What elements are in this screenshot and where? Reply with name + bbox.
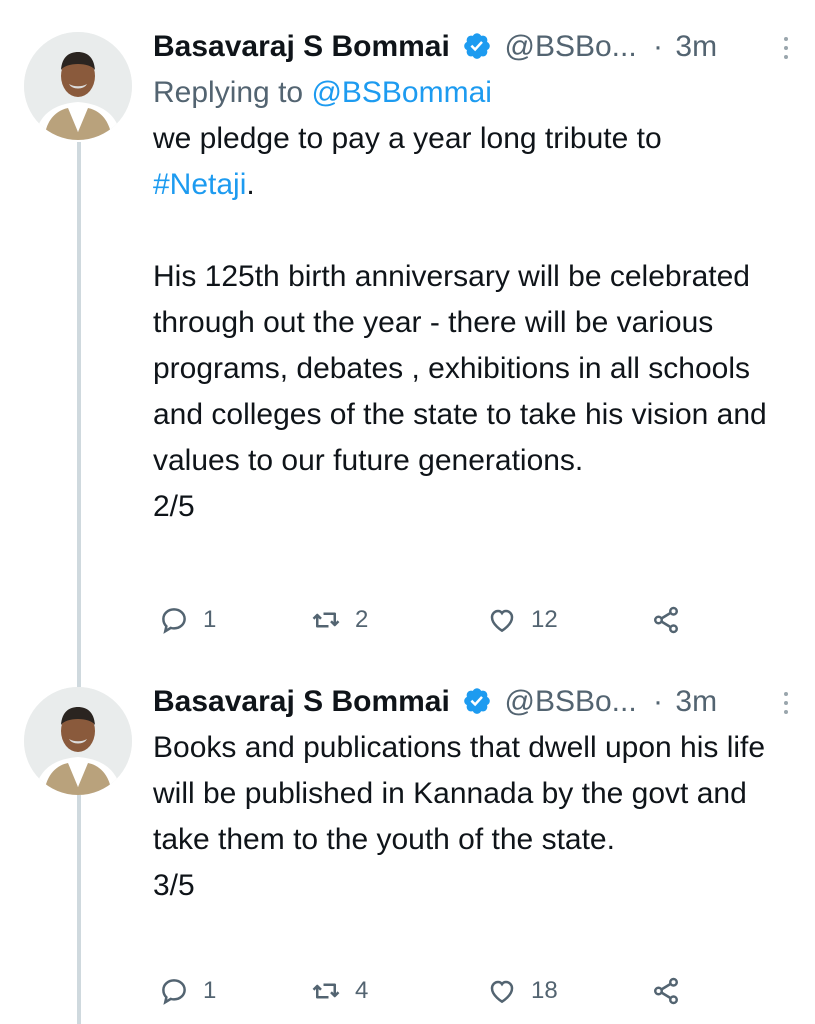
retweet-icon xyxy=(312,612,340,628)
tweet-paragraph: Books and publications that dwell upon h… xyxy=(153,731,766,856)
tweet-card[interactable]: Basavaraj S Bommai @BSBo... · 3m Books a… xyxy=(0,665,815,1024)
reply-count: 1 xyxy=(203,977,217,1004)
hashtag-trailing-punctuation: . xyxy=(246,168,255,201)
heart-icon xyxy=(490,609,514,633)
replying-to-line: Replying to @BSBommai xyxy=(153,70,793,116)
tweet-text: Books and publications that dwell upon h… xyxy=(153,725,793,909)
share-button[interactable] xyxy=(651,600,695,640)
tweet-header: Basavaraj S Bommai @BSBo... · 3m xyxy=(153,24,793,70)
tweet-text-line: we pledge to pay a year long tribute to xyxy=(153,122,662,155)
reply-count: 1 xyxy=(203,606,217,633)
tweet-actions: 1 2 12 xyxy=(153,600,713,640)
avatar[interactable] xyxy=(24,687,132,795)
tweet-actions: 1 4 18 xyxy=(153,971,713,1011)
timestamp[interactable]: 3m xyxy=(675,30,717,63)
separator-dot: · xyxy=(653,685,664,718)
reply-button[interactable]: 1 xyxy=(159,971,216,1011)
like-button[interactable]: 12 xyxy=(487,600,558,640)
retweet-count: 4 xyxy=(355,977,369,1004)
more-vertical-icon[interactable] xyxy=(779,689,793,717)
tweet-paragraph: His 125th birth anniversary will be cele… xyxy=(153,260,767,477)
thread-counter: 3/5 xyxy=(153,869,195,902)
author-name[interactable]: Basavaraj S Bommai xyxy=(153,30,450,63)
retweet-button[interactable]: 2 xyxy=(311,600,368,640)
replying-to-label: Replying to xyxy=(153,76,304,109)
retweet-icon xyxy=(312,983,340,999)
verified-badge-icon xyxy=(464,33,490,59)
thread-counter: 2/5 xyxy=(153,490,195,523)
tweet-text: we pledge to pay a year long tribute to … xyxy=(153,116,793,530)
share-icon xyxy=(654,606,678,634)
share-icon xyxy=(654,977,678,1005)
author-name[interactable]: Basavaraj S Bommai xyxy=(153,685,450,718)
reply-bubble-icon xyxy=(162,979,186,1005)
replying-to-handle[interactable]: @BSBommai xyxy=(311,76,492,109)
like-button[interactable]: 18 xyxy=(487,971,558,1011)
reply-button[interactable]: 1 xyxy=(159,600,216,640)
timestamp[interactable]: 3m xyxy=(675,685,717,718)
hashtag-link[interactable]: #Netaji xyxy=(153,168,246,201)
separator-dot: · xyxy=(653,30,664,63)
retweet-count: 2 xyxy=(355,606,369,633)
like-count: 18 xyxy=(531,977,558,1004)
more-vertical-icon[interactable] xyxy=(779,34,793,62)
tweet-card[interactable]: Basavaraj S Bommai @BSBo... · 3m Replyin… xyxy=(0,0,815,665)
retweet-button[interactable]: 4 xyxy=(311,971,368,1011)
author-handle[interactable]: @BSBo... xyxy=(505,30,637,63)
author-handle[interactable]: @BSBo... xyxy=(505,685,637,718)
tweet-header: Basavaraj S Bommai @BSBo... · 3m xyxy=(153,679,793,725)
share-button[interactable] xyxy=(651,971,695,1011)
like-count: 12 xyxy=(531,606,558,633)
avatar[interactable] xyxy=(24,32,132,140)
reply-bubble-icon xyxy=(162,608,186,634)
verified-badge-icon xyxy=(464,688,490,714)
heart-icon xyxy=(490,980,514,1004)
